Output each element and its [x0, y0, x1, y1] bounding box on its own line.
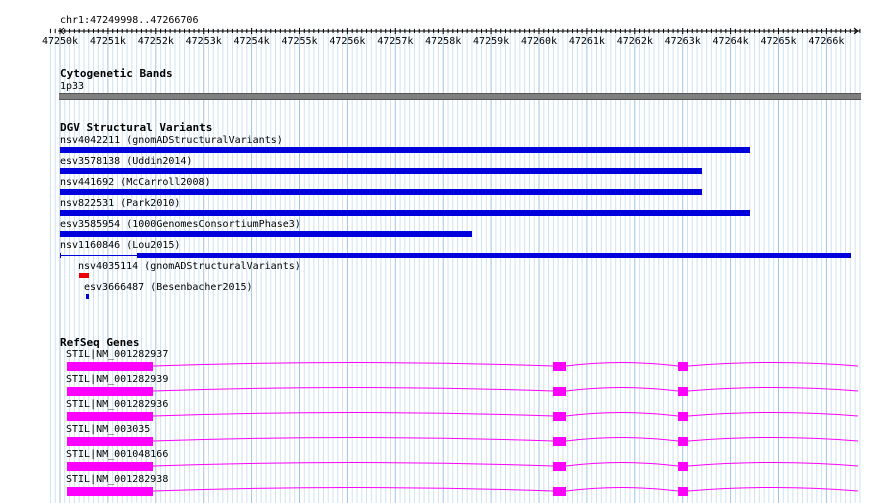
ruler-tick-label: 47259k — [473, 36, 509, 47]
ruler-tick-label: 47250k — [42, 36, 78, 47]
ruler-tick-label: 47263k — [665, 36, 701, 47]
gene-intron — [152, 412, 859, 417]
refseq-gene-model[interactable] — [0, 382, 890, 398]
gene-intron — [152, 462, 859, 467]
dgv-variant-bar[interactable] — [86, 294, 89, 299]
refseq-gene-model[interactable] — [0, 357, 890, 373]
ruler-tick-label: 47265k — [760, 36, 796, 47]
ruler-tick-label: 47251k — [90, 36, 126, 47]
gene-exon — [67, 362, 153, 371]
ruler-tick-label: 47258k — [425, 36, 461, 47]
dgv-variant-label: esv3578138 (Uddin2014) — [60, 156, 193, 167]
gene-intron — [152, 437, 859, 442]
gene-exon — [553, 462, 566, 471]
gene-exon — [678, 412, 688, 421]
dgv-variant-bar[interactable] — [136, 253, 851, 258]
dgv-variant-label: nsv4035114 (gnomADStructuralVariants) — [78, 261, 301, 272]
dgv-variant-label: esv3585954 (1000GenomesConsortiumPhase3) — [60, 219, 301, 230]
dgv-variant-label: esv3666487 (Besenbacher2015) — [84, 282, 253, 293]
gene-exon — [67, 412, 153, 421]
ruler-tick-label: 47253k — [186, 36, 222, 47]
dgv-variant-bar[interactable] — [79, 273, 89, 278]
dgv-variant-bar[interactable] — [60, 210, 750, 216]
gene-intron — [152, 362, 859, 367]
dgv-variant-bar[interactable] — [60, 147, 750, 153]
gene-intron — [152, 487, 859, 492]
refseq-gene-model[interactable] — [0, 407, 890, 423]
ruler: 47250k 47251k 47252k 47253k 47254k 47255k 4725… — [42, 27, 861, 47]
ruler-tick-label: 47261k — [569, 36, 605, 47]
gene-exon — [67, 462, 153, 471]
gene-exon — [553, 437, 566, 446]
cytoband-bar[interactable] — [59, 93, 861, 100]
ruler-tick-label: 47254k — [234, 36, 270, 47]
gene-exon — [553, 487, 566, 496]
dgv-variant-bar[interactable] — [60, 168, 702, 174]
dgv-variant-endcap — [60, 253, 61, 258]
dgv-variant-bar[interactable] — [60, 189, 702, 195]
ruler-tick-label: 47256k — [329, 36, 365, 47]
dgv-variant-label: nsv441692 (McCarroll2008) — [60, 177, 211, 188]
refseq-gene-model[interactable] — [0, 482, 890, 498]
gene-intron — [152, 387, 859, 392]
ruler-tick-label: 47266k — [808, 36, 844, 47]
gene-exon — [67, 437, 153, 446]
gene-exon — [678, 437, 688, 446]
gene-exon — [67, 487, 153, 496]
ruler-tick-label: 47257k — [377, 36, 413, 47]
gene-exon — [553, 412, 566, 421]
ruler-tick-label: 47252k — [138, 36, 174, 47]
dgv-track-title[interactable]: DGV Structural Variants — [60, 122, 212, 133]
gene-exon — [553, 387, 566, 396]
gene-exon — [553, 362, 566, 371]
refseq-gene-model[interactable] — [0, 457, 890, 473]
ruler-tick-label: 47262k — [617, 36, 653, 47]
ruler-tick-label: 47264k — [713, 36, 749, 47]
gene-exon — [678, 362, 688, 371]
gene-exon — [67, 387, 153, 396]
ruler-tick-label: 47260k — [521, 36, 557, 47]
dgv-variant-bar[interactable] — [60, 231, 472, 237]
gene-exon — [678, 487, 688, 496]
dgv-variant-label: nsv4042211 (gnomADStructuralVariants) — [60, 135, 283, 146]
cytoband-label: 1p33 — [60, 81, 85, 92]
dgv-variant-label: nsv822531 (Park2010) — [60, 198, 181, 209]
gene-exon — [678, 387, 688, 396]
dgv-variant-endcap — [850, 253, 852, 258]
refseq-gene-model[interactable] — [0, 432, 890, 448]
dgv-variant-label: nsv1160846 (Lou2015) — [60, 240, 181, 251]
ruler-tick-label: 47255k — [281, 36, 317, 47]
gene-exon — [678, 462, 688, 471]
cytoband-track-title[interactable]: Cytogenetic Bands — [60, 68, 173, 79]
refseq-track-title[interactable]: RefSeq Genes — [60, 337, 139, 348]
